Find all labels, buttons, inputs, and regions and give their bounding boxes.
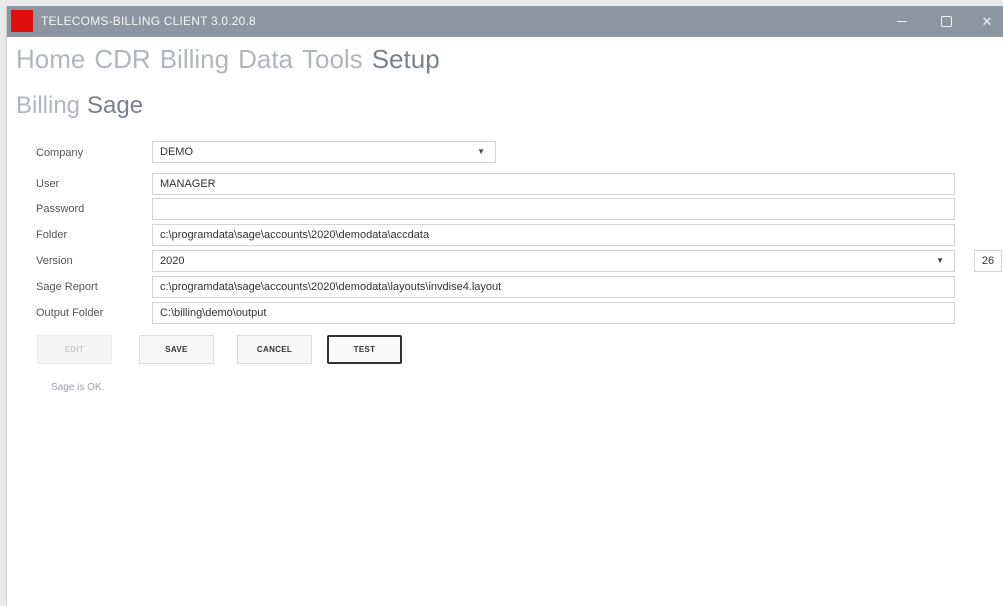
minimize-button[interactable] xyxy=(879,6,925,37)
version-value: 2020 xyxy=(160,255,185,267)
nav-cdr[interactable]: CDR xyxy=(94,44,150,78)
company-dropdown[interactable]: DEMO ▼ xyxy=(152,141,496,163)
status-message: Sage is OK. xyxy=(51,382,105,393)
app-window: TELECOMS-BILLING CLIENT 3.0.20.8 ✕ Home … xyxy=(6,6,1003,606)
user-input[interactable]: MANAGER xyxy=(152,173,955,195)
sage-report-label: Sage Report xyxy=(36,281,98,293)
save-button[interactable]: SAVE xyxy=(139,335,214,364)
sub-navigation: Billing Sage xyxy=(16,92,143,122)
password-label: Password xyxy=(36,203,85,215)
window-title: TELECOMS-BILLING CLIENT 3.0.20.8 xyxy=(41,14,256,28)
company-value: DEMO xyxy=(160,146,193,158)
nav-billing[interactable]: Billing xyxy=(160,44,229,78)
folder-label: Folder xyxy=(36,229,68,241)
subnav-sage[interactable]: Sage xyxy=(87,92,143,122)
version-dropdown[interactable]: 2020 ▼ xyxy=(152,250,955,272)
password-input[interactable] xyxy=(152,198,955,220)
output-folder-label: Output Folder xyxy=(36,307,104,319)
sage-report-input[interactable]: c:\programdata\sage\accounts\2020\demoda… xyxy=(152,276,955,298)
folder-input[interactable]: c:\programdata\sage\accounts\2020\demoda… xyxy=(152,224,955,246)
close-icon: ✕ xyxy=(981,13,993,29)
subnav-billing[interactable]: Billing xyxy=(16,92,80,122)
version-number-field[interactable]: 26 xyxy=(974,250,1002,272)
cancel-button[interactable]: CANCEL xyxy=(237,335,312,364)
nav-data[interactable]: Data xyxy=(238,44,293,78)
title-bar[interactable]: TELECOMS-BILLING CLIENT 3.0.20.8 ✕ xyxy=(7,6,1003,37)
version-label: Version xyxy=(36,255,73,267)
user-label: User xyxy=(36,178,60,190)
maximize-button[interactable] xyxy=(923,6,969,37)
chevron-down-icon: ▼ xyxy=(936,256,944,265)
test-button[interactable]: TEST xyxy=(327,335,402,364)
nav-home[interactable]: Home xyxy=(16,44,85,78)
edit-button[interactable]: EDIT xyxy=(37,335,112,364)
company-label: Company xyxy=(36,147,84,159)
main-navigation: Home CDR Billing Data Tools Setup xyxy=(16,44,440,78)
maximize-icon xyxy=(940,16,952,27)
chevron-down-icon: ▼ xyxy=(477,147,485,156)
app-logo-icon xyxy=(11,10,33,32)
nav-setup[interactable]: Setup xyxy=(372,44,440,78)
output-folder-input[interactable]: C:\billing\demo\output xyxy=(152,302,955,324)
close-button[interactable]: ✕ xyxy=(964,6,1003,37)
minimize-icon xyxy=(897,21,907,22)
nav-tools[interactable]: Tools xyxy=(302,44,363,78)
